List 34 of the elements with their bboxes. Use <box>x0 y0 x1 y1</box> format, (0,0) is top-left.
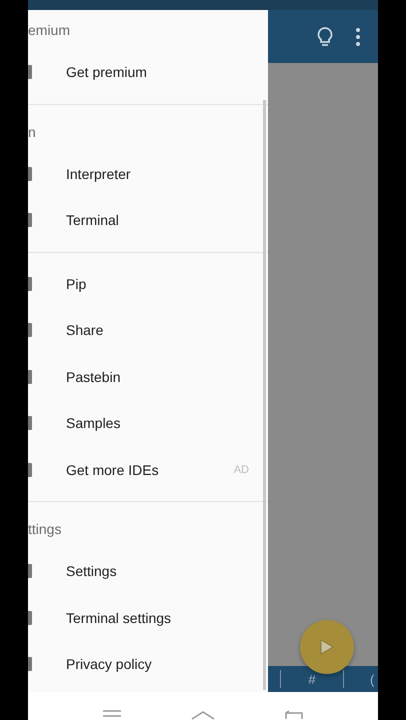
home-icon[interactable] <box>191 710 215 720</box>
partial-icon <box>28 370 32 384</box>
menu-item[interactable]: Pastebin <box>28 354 268 400</box>
section-header: ttings <box>28 521 62 537</box>
partial-icon <box>28 213 32 228</box>
lightbulb-icon[interactable] <box>316 26 334 48</box>
key-button[interactable]: # <box>281 672 343 686</box>
menu-item[interactable]: Get more IDEs AD <box>28 446 268 493</box>
section-header: emium <box>28 22 70 38</box>
menu-item[interactable]: Settings <box>28 548 268 594</box>
partial-icon <box>28 462 32 477</box>
menu-item[interactable]: Interpreter <box>28 150 268 197</box>
partial-icon <box>28 610 32 625</box>
partial-icon <box>28 166 32 181</box>
menu-item[interactable]: Share <box>28 307 268 354</box>
key-button[interactable]: ( <box>370 672 374 686</box>
back-icon[interactable] <box>285 710 303 720</box>
partial-icon <box>28 657 32 672</box>
section-header: n <box>28 124 36 140</box>
menu-icon[interactable] <box>103 710 121 720</box>
menu-item[interactable]: Terminal <box>28 197 268 244</box>
ad-label: AD <box>234 464 249 476</box>
partial-icon <box>28 416 32 430</box>
menu-item[interactable]: Pip <box>28 260 268 307</box>
partial-icon <box>28 564 32 578</box>
partial-icon <box>28 65 32 80</box>
menu-item[interactable]: Privacy policy <box>28 641 268 688</box>
partial-icon <box>28 276 32 291</box>
menu-item[interactable]: Terminal settings <box>28 594 268 641</box>
partial-icon <box>28 323 32 338</box>
menu-item[interactable]: Samples <box>28 400 268 446</box>
menu-item[interactable]: Get premium <box>28 49 268 96</box>
play-icon <box>320 639 334 655</box>
more-options-icon[interactable] <box>356 28 360 46</box>
